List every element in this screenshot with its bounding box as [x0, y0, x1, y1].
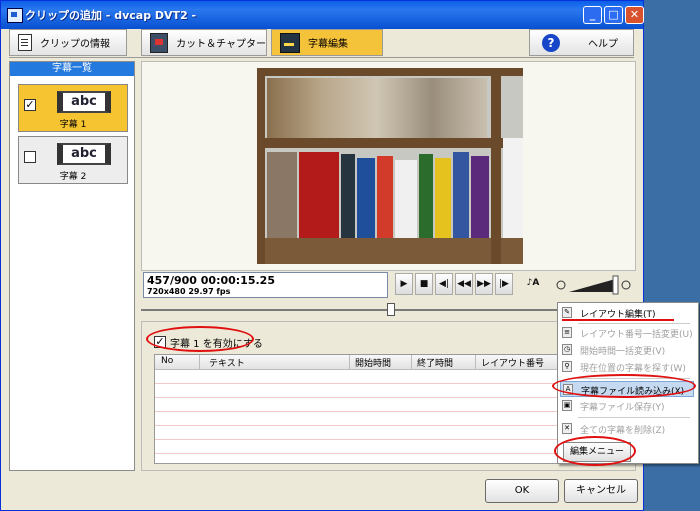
maximize-button[interactable]: □ — [604, 6, 623, 24]
menu-item-label: レイアウト番号一括変更(U) — [580, 330, 693, 340]
subtitle-table[interactable]: No テキスト 開始時間 終了時間 レイアウト番号 — [154, 354, 562, 464]
video-frame — [257, 68, 523, 264]
clock-icon: ◷ — [562, 344, 572, 355]
menu-item-save-subtitle-file[interactable]: ▣ 字幕ファイル保存(Y) — [560, 398, 694, 414]
enable-subtitle-label[interactable]: 字幕 1 を有効にする — [170, 335, 263, 350]
search-icon: ⚲ — [562, 361, 572, 372]
subtitle-icon — [280, 32, 300, 53]
volume-slider[interactable] — [555, 274, 631, 296]
menu-item-start-time-change[interactable]: ◷ 開始時間一括変更(V) — [560, 342, 694, 358]
edit-context-menu: ✎ レイアウト編集(T) ≡ レイアウト番号一括変更(U) ◷ 開始時間一括変更… — [557, 302, 699, 464]
prev-frame-button[interactable]: ◀| — [435, 273, 453, 295]
rewind-button[interactable]: ◀◀ — [455, 273, 473, 295]
ok-button[interactable]: OK — [485, 479, 559, 503]
menu-item-load-subtitle-file[interactable]: A 字幕ファイル読み込み(X) — [560, 381, 694, 397]
menu-item-find-current[interactable]: ⚲ 現在位置の字幕を探す(W) — [560, 359, 694, 375]
subtitle-item-2[interactable]: abc 字幕 2 — [18, 136, 128, 184]
table-row[interactable] — [155, 384, 561, 398]
table-row[interactable] — [155, 412, 561, 426]
menu-item-label: 現在位置の字幕を探す(W) — [580, 364, 686, 374]
close-button[interactable]: ✕ — [625, 6, 644, 24]
menu-item-label: 字幕ファイル読み込み(X) — [581, 387, 685, 397]
tab-help[interactable]: ? ヘルプ — [529, 29, 634, 56]
table-row[interactable] — [155, 440, 561, 454]
list-icon: ≡ — [562, 327, 572, 338]
playback-controls: ▶ ■ ◀| ◀◀ ▶▶ |▶ ♪A — [393, 272, 633, 298]
edit-icon: ✎ — [562, 307, 572, 318]
text-file-icon: A — [563, 384, 573, 395]
menu-item-label: 全ての字幕を削除(Z) — [580, 426, 666, 436]
menu-item-label: 開始時間一括変更(V) — [580, 347, 666, 357]
subtitle-2-checkbox[interactable] — [24, 151, 36, 163]
tab-label: 字幕編集 — [308, 39, 348, 50]
subtitle-item-label: 字幕 2 — [59, 172, 87, 182]
delete-icon: ✕ — [562, 423, 572, 434]
subtitle-1-checkbox[interactable]: ✓ — [24, 99, 36, 111]
subtitle-item-1[interactable]: ✓ abc 字幕 1 — [18, 84, 128, 132]
col-text[interactable]: テキスト — [209, 356, 245, 369]
annotation-underline-layout — [562, 319, 674, 321]
next-frame-button[interactable]: |▶ — [495, 273, 513, 295]
seek-thumb[interactable] — [387, 303, 395, 316]
table-row[interactable] — [155, 426, 561, 440]
tab-cut-chapter[interactable]: カット＆チャプター — [141, 29, 267, 56]
table-header: No テキスト 開始時間 終了時間 レイアウト番号 — [155, 355, 561, 370]
audio-track-button[interactable]: ♪A — [515, 273, 551, 295]
video-preview-area — [141, 61, 636, 271]
save-icon: ▣ — [562, 400, 572, 411]
tab-label: クリップの情報 — [40, 39, 110, 50]
enable-subtitle-checkbox[interactable]: ✓ — [154, 336, 166, 348]
subtitle-thumb: abc — [57, 143, 111, 165]
subtitle-list-header: 字幕一覧 — [10, 62, 134, 76]
subtitle-list-panel: 字幕一覧 ✓ abc 字幕 1 abc 字幕 2 — [9, 61, 135, 471]
menu-item-delete-all[interactable]: ✕ 全ての字幕を削除(Z) — [560, 421, 694, 437]
col-no[interactable]: No — [161, 356, 173, 366]
menu-item-label: 字幕ファイル保存(Y) — [580, 403, 665, 413]
col-end-time[interactable]: 終了時間 — [417, 356, 453, 369]
minimize-button[interactable]: _ — [583, 6, 602, 24]
subtitle-item-label: 字幕 1 — [59, 120, 87, 130]
timecode-display: 457/900 00:00:15.25 720x480 29.97 fps — [143, 272, 388, 298]
menu-item-layout-number-change[interactable]: ≡ レイアウト番号一括変更(U) — [560, 325, 694, 341]
cancel-button[interactable]: キャンセル — [564, 479, 638, 503]
document-icon — [18, 34, 32, 51]
subtitle-thumb: abc — [57, 91, 111, 113]
table-row[interactable] — [155, 398, 561, 412]
timecode: 457/900 00:00:15.25 — [147, 274, 275, 287]
title-bar[interactable]: クリップの追加 - dvcap DVT2 - _ □ ✕ — [1, 1, 644, 29]
col-layout-number[interactable]: レイアウト番号 — [481, 356, 544, 369]
film-icon — [150, 32, 169, 53]
app-icon — [7, 8, 23, 23]
edit-menu-button[interactable]: 編集メニュー — [563, 442, 631, 462]
col-start-time[interactable]: 開始時間 — [355, 356, 391, 369]
tab-label: カット＆チャプター — [176, 39, 266, 50]
dialog-window: クリップの追加 - dvcap DVT2 - _ □ ✕ クリップの情報 カット… — [0, 0, 644, 511]
table-row[interactable] — [155, 370, 561, 384]
tab-subtitle-edit[interactable]: 字幕編集 — [271, 29, 383, 56]
video-format: 720x480 29.97 fps — [147, 287, 231, 296]
stop-button[interactable]: ■ — [415, 273, 433, 295]
window-title: クリップの追加 - dvcap DVT2 - — [25, 9, 197, 22]
play-button[interactable]: ▶ — [395, 273, 413, 295]
tab-clip-info[interactable]: クリップの情報 — [9, 29, 127, 56]
fast-forward-button[interactable]: ▶▶ — [475, 273, 493, 295]
help-icon: ? — [542, 33, 560, 52]
tab-label: ヘルプ — [588, 39, 618, 50]
tab-bar: クリップの情報 カット＆チャプター 字幕編集 ? ヘルプ — [9, 29, 634, 58]
